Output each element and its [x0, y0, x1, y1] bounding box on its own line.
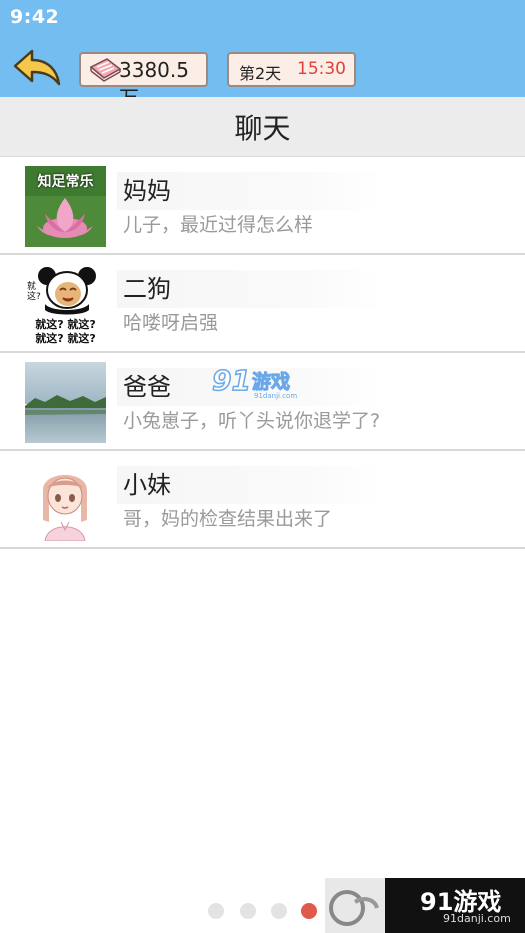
page-dot-1[interactable]: [208, 903, 224, 919]
page-dot-2[interactable]: [240, 903, 256, 919]
page-title: 聊天: [234, 112, 291, 145]
avatar-ergou: 就这? 就这? 就这? 就这? 就这?: [25, 264, 106, 345]
contact-name: 爸爸: [123, 373, 171, 401]
anime-girl-image: [43, 475, 87, 541]
last-message: 哈喽呀启强: [123, 312, 219, 334]
money-counter[interactable]: 3380.5万: [79, 52, 208, 110]
avatar-dad: [25, 362, 106, 443]
corner-logo-icon: [325, 878, 385, 933]
game-clock: 15:30: [297, 59, 346, 79]
last-message: 哥，妈的检查结果出来了: [123, 508, 333, 530]
cash-icon: [89, 58, 122, 82]
svg-text:91danji.com: 91danji.com: [254, 392, 297, 400]
back-arrow-icon: [13, 49, 61, 86]
page-dot-4-active[interactable]: [301, 903, 317, 919]
svg-text:91: 91: [212, 364, 251, 397]
contact-name: 二狗: [123, 275, 171, 303]
back-button[interactable]: [12, 48, 62, 88]
status-time: 9:42: [10, 6, 60, 28]
corner-site: 91danji.com: [443, 912, 511, 925]
last-message: 小兔崽子，听丫头说你退学了?: [123, 410, 381, 432]
contact-name: 小妹: [123, 471, 171, 499]
contact-name: 妈妈: [123, 177, 171, 205]
meme-caption-line2: 就这? 就这?: [35, 332, 96, 345]
day-clock-box[interactable]: 第2天 15:30: [227, 52, 356, 87]
day-label: 第2天: [239, 64, 282, 83]
avatar-caption: 知足常乐: [37, 174, 94, 190]
chat-row-sister[interactable]: 小妹 哥，妈的检查结果出来了: [0, 451, 525, 549]
title-bar: 聊天: [0, 97, 525, 157]
corner-watermark: 91游戏 91danji.com: [325, 878, 525, 933]
chat-screen: 9:42 3380.5万 第2天 15:30 聊天: [0, 0, 525, 933]
watermark-logo: 91 游戏 91danji.com: [211, 362, 312, 400]
chat-row-mom[interactable]: 知足常乐 妈妈 儿子，最近过得怎么样: [0, 157, 525, 255]
page-dot-3[interactable]: [271, 903, 287, 919]
chat-row-ergou[interactable]: 就这? 就这? 就这? 就这? 就这? 二狗 哈喽呀启强: [0, 255, 525, 353]
svg-text:游戏: 游戏: [252, 370, 290, 393]
last-message: 儿子，最近过得怎么样: [123, 214, 314, 236]
lake-landscape-image: [25, 362, 106, 443]
avatar-mom: 知足常乐: [25, 166, 106, 247]
meme-caption-side: 就这?: [27, 282, 41, 302]
top-bar: 9:42 3380.5万 第2天 15:30: [0, 0, 525, 110]
avatar-sister: [25, 460, 106, 541]
watermark-91-logo: 91 游戏 91danji.com: [211, 363, 297, 400]
